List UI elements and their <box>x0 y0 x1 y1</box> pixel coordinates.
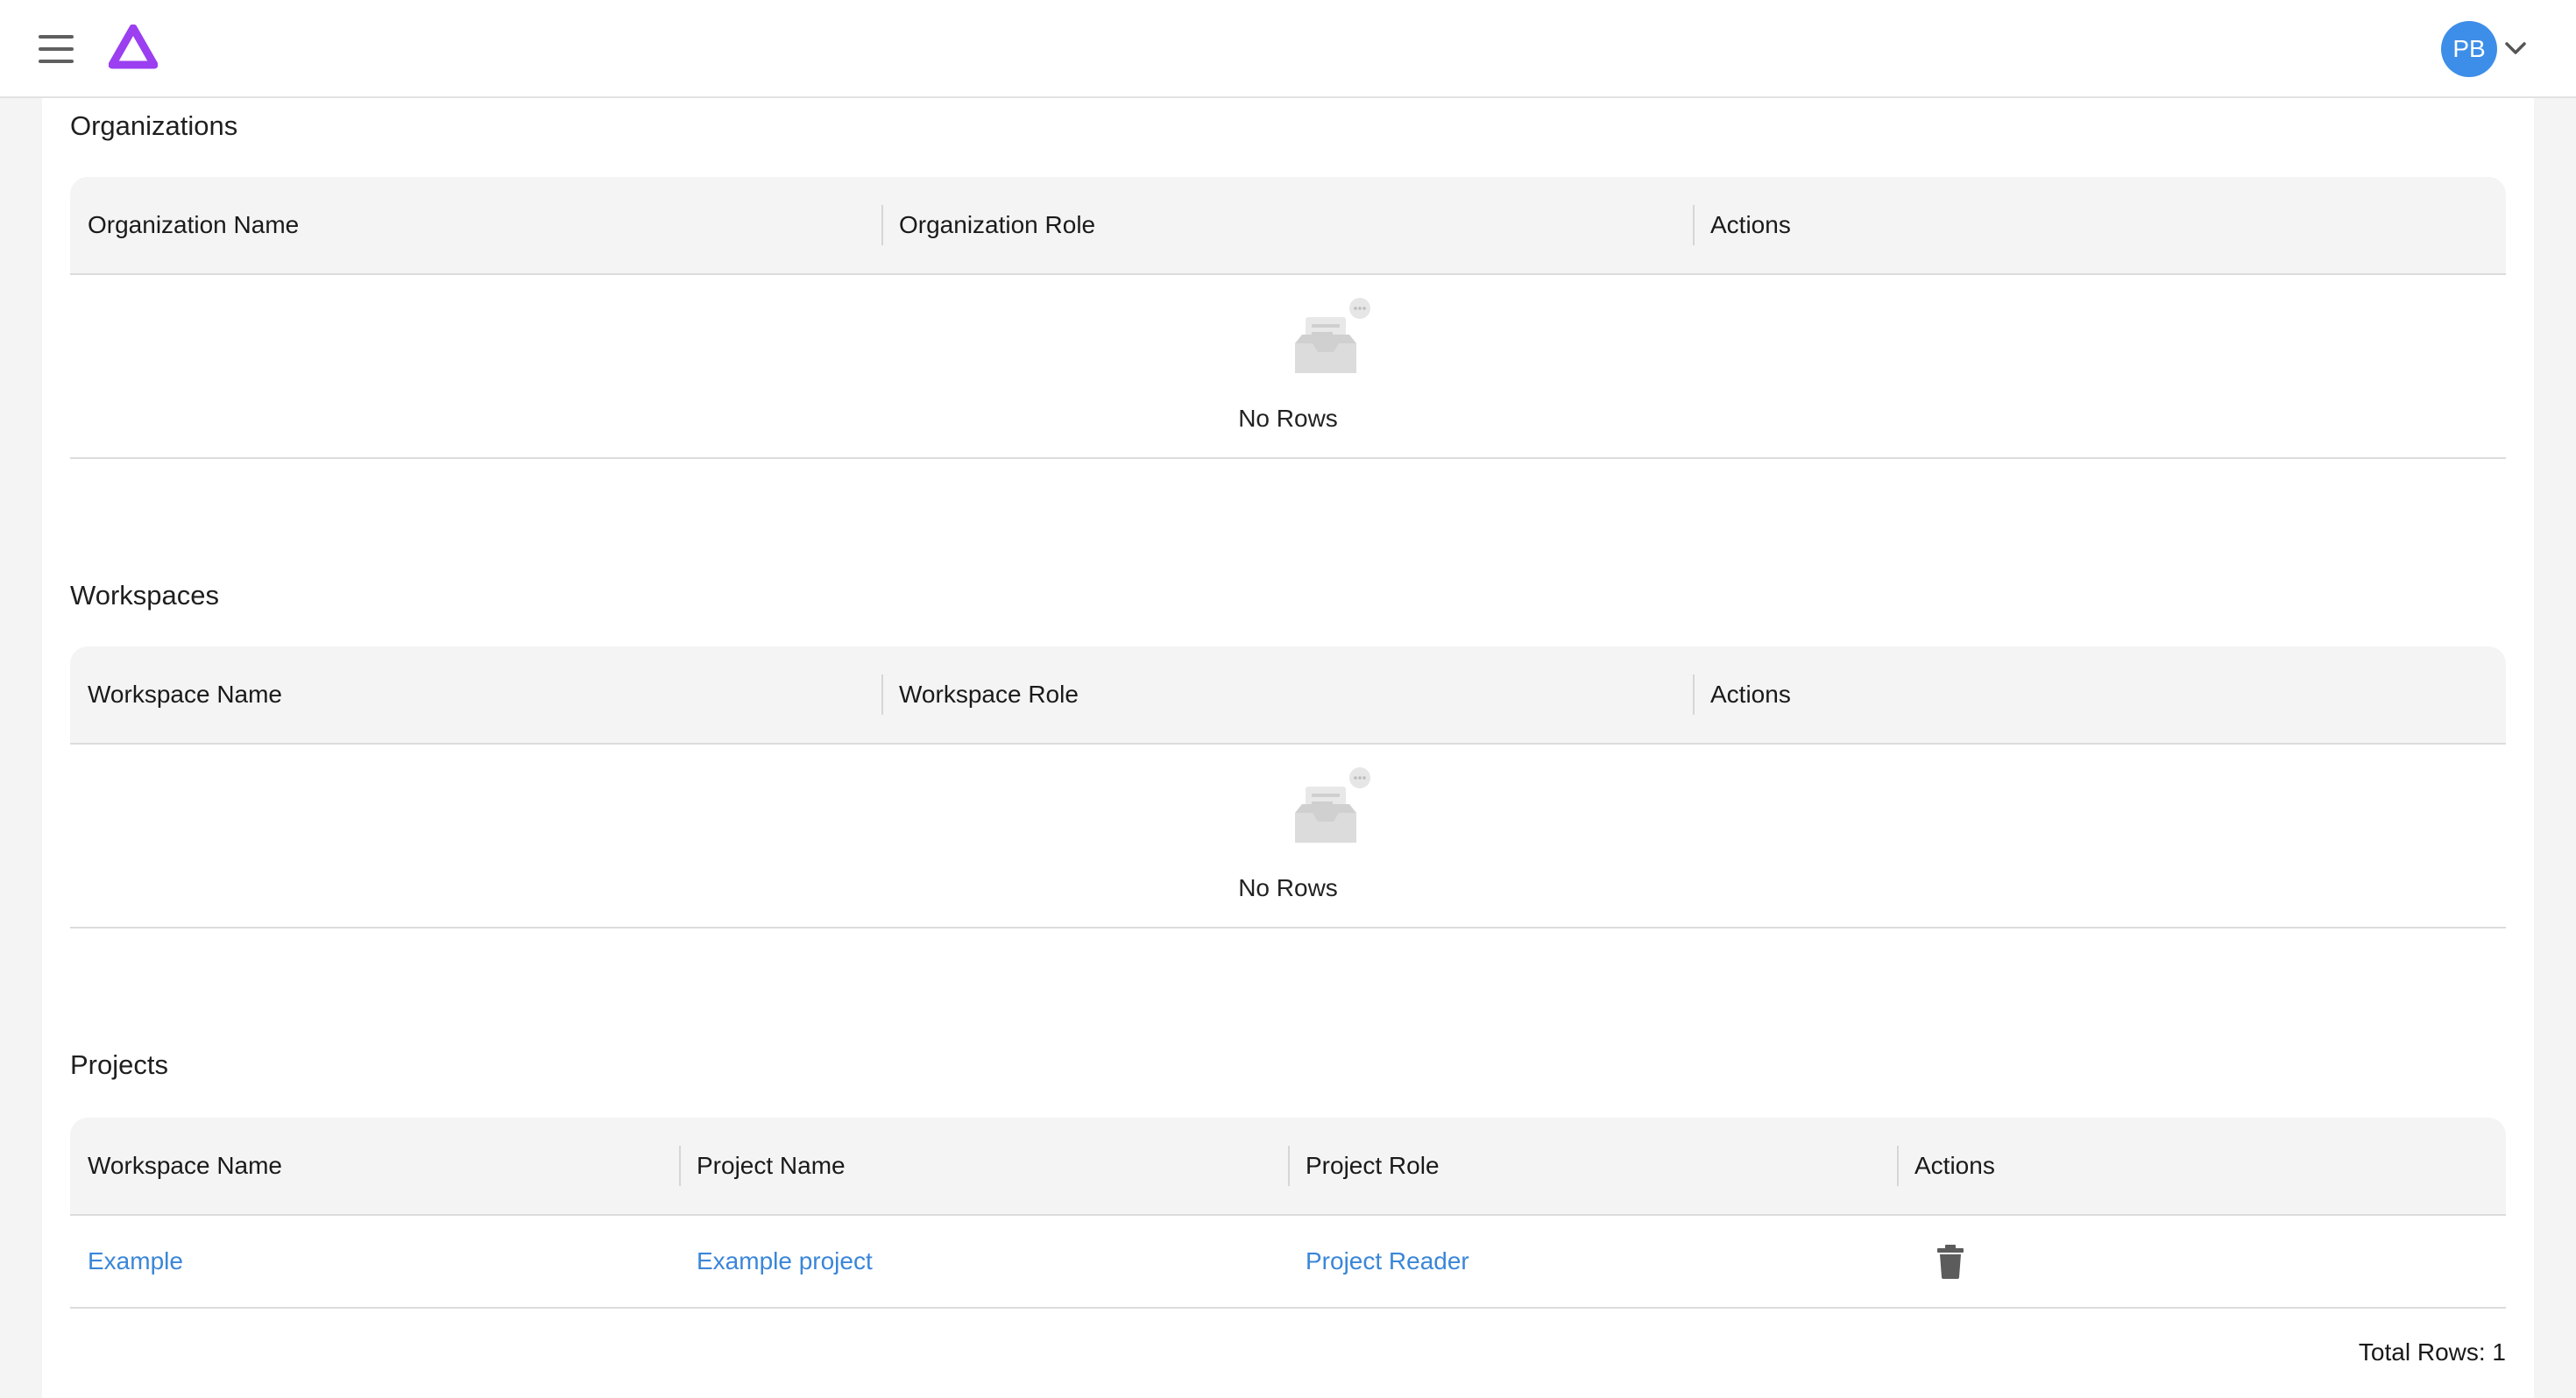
empty-inbox-icon <box>1295 767 1370 843</box>
table-row: Example Example project Project Reader <box>70 1216 2506 1309</box>
column-header-workspace-role[interactable]: Workspace Role <box>881 646 1693 743</box>
top-bar: PB <box>0 0 2576 98</box>
workspaces-empty-state: No Rows <box>70 745 2506 928</box>
workspace-link[interactable]: Example <box>88 1247 183 1275</box>
chevron-down-icon[interactable] <box>2502 39 2529 60</box>
column-header-actions[interactable]: Actions <box>1693 177 2506 273</box>
organizations-empty-state: No Rows <box>70 275 2506 459</box>
column-header-workspace-name[interactable]: Workspace Name <box>70 646 881 743</box>
app-logo[interactable] <box>109 25 158 72</box>
workspaces-table: Workspace Name Workspace Role Actions No… <box>70 646 2506 928</box>
column-header-workspace-name[interactable]: Workspace Name <box>70 1118 679 1214</box>
total-rows: Total Rows: 1 <box>2358 1338 2506 1366</box>
column-header-project-role[interactable]: Project Role <box>1288 1118 1897 1214</box>
project-link[interactable]: Example project <box>697 1247 873 1275</box>
workspaces-title: Workspaces <box>70 580 219 611</box>
trash-icon[interactable] <box>1936 1244 1965 1279</box>
column-header-actions[interactable]: Actions <box>1693 646 2506 743</box>
project-role-link[interactable]: Project Reader <box>1306 1247 1469 1275</box>
projects-table-header: Workspace Name Project Name Project Role… <box>70 1118 2506 1216</box>
hamburger-menu-icon[interactable] <box>35 32 77 67</box>
no-rows-text: No Rows <box>1238 405 1338 432</box>
organizations-title: Organizations <box>70 110 238 141</box>
workspaces-table-header: Workspace Name Workspace Role Actions <box>70 646 2506 745</box>
organizations-table-header: Organization Name Organization Role Acti… <box>70 177 2506 275</box>
projects-title: Projects <box>70 1049 168 1080</box>
empty-inbox-icon <box>1295 298 1370 373</box>
column-header-project-name[interactable]: Project Name <box>679 1118 1288 1214</box>
main-panel: Organizations Organization Name Organiza… <box>42 98 2534 1398</box>
column-header-organization-name[interactable]: Organization Name <box>70 177 881 273</box>
projects-table: Workspace Name Project Name Project Role… <box>70 1118 2506 1309</box>
column-header-actions[interactable]: Actions <box>1897 1118 2506 1214</box>
organizations-table: Organization Name Organization Role Acti… <box>70 177 2506 459</box>
no-rows-text: No Rows <box>1238 874 1338 901</box>
column-header-organization-role[interactable]: Organization Role <box>881 177 1693 273</box>
user-avatar[interactable]: PB <box>2441 21 2497 77</box>
